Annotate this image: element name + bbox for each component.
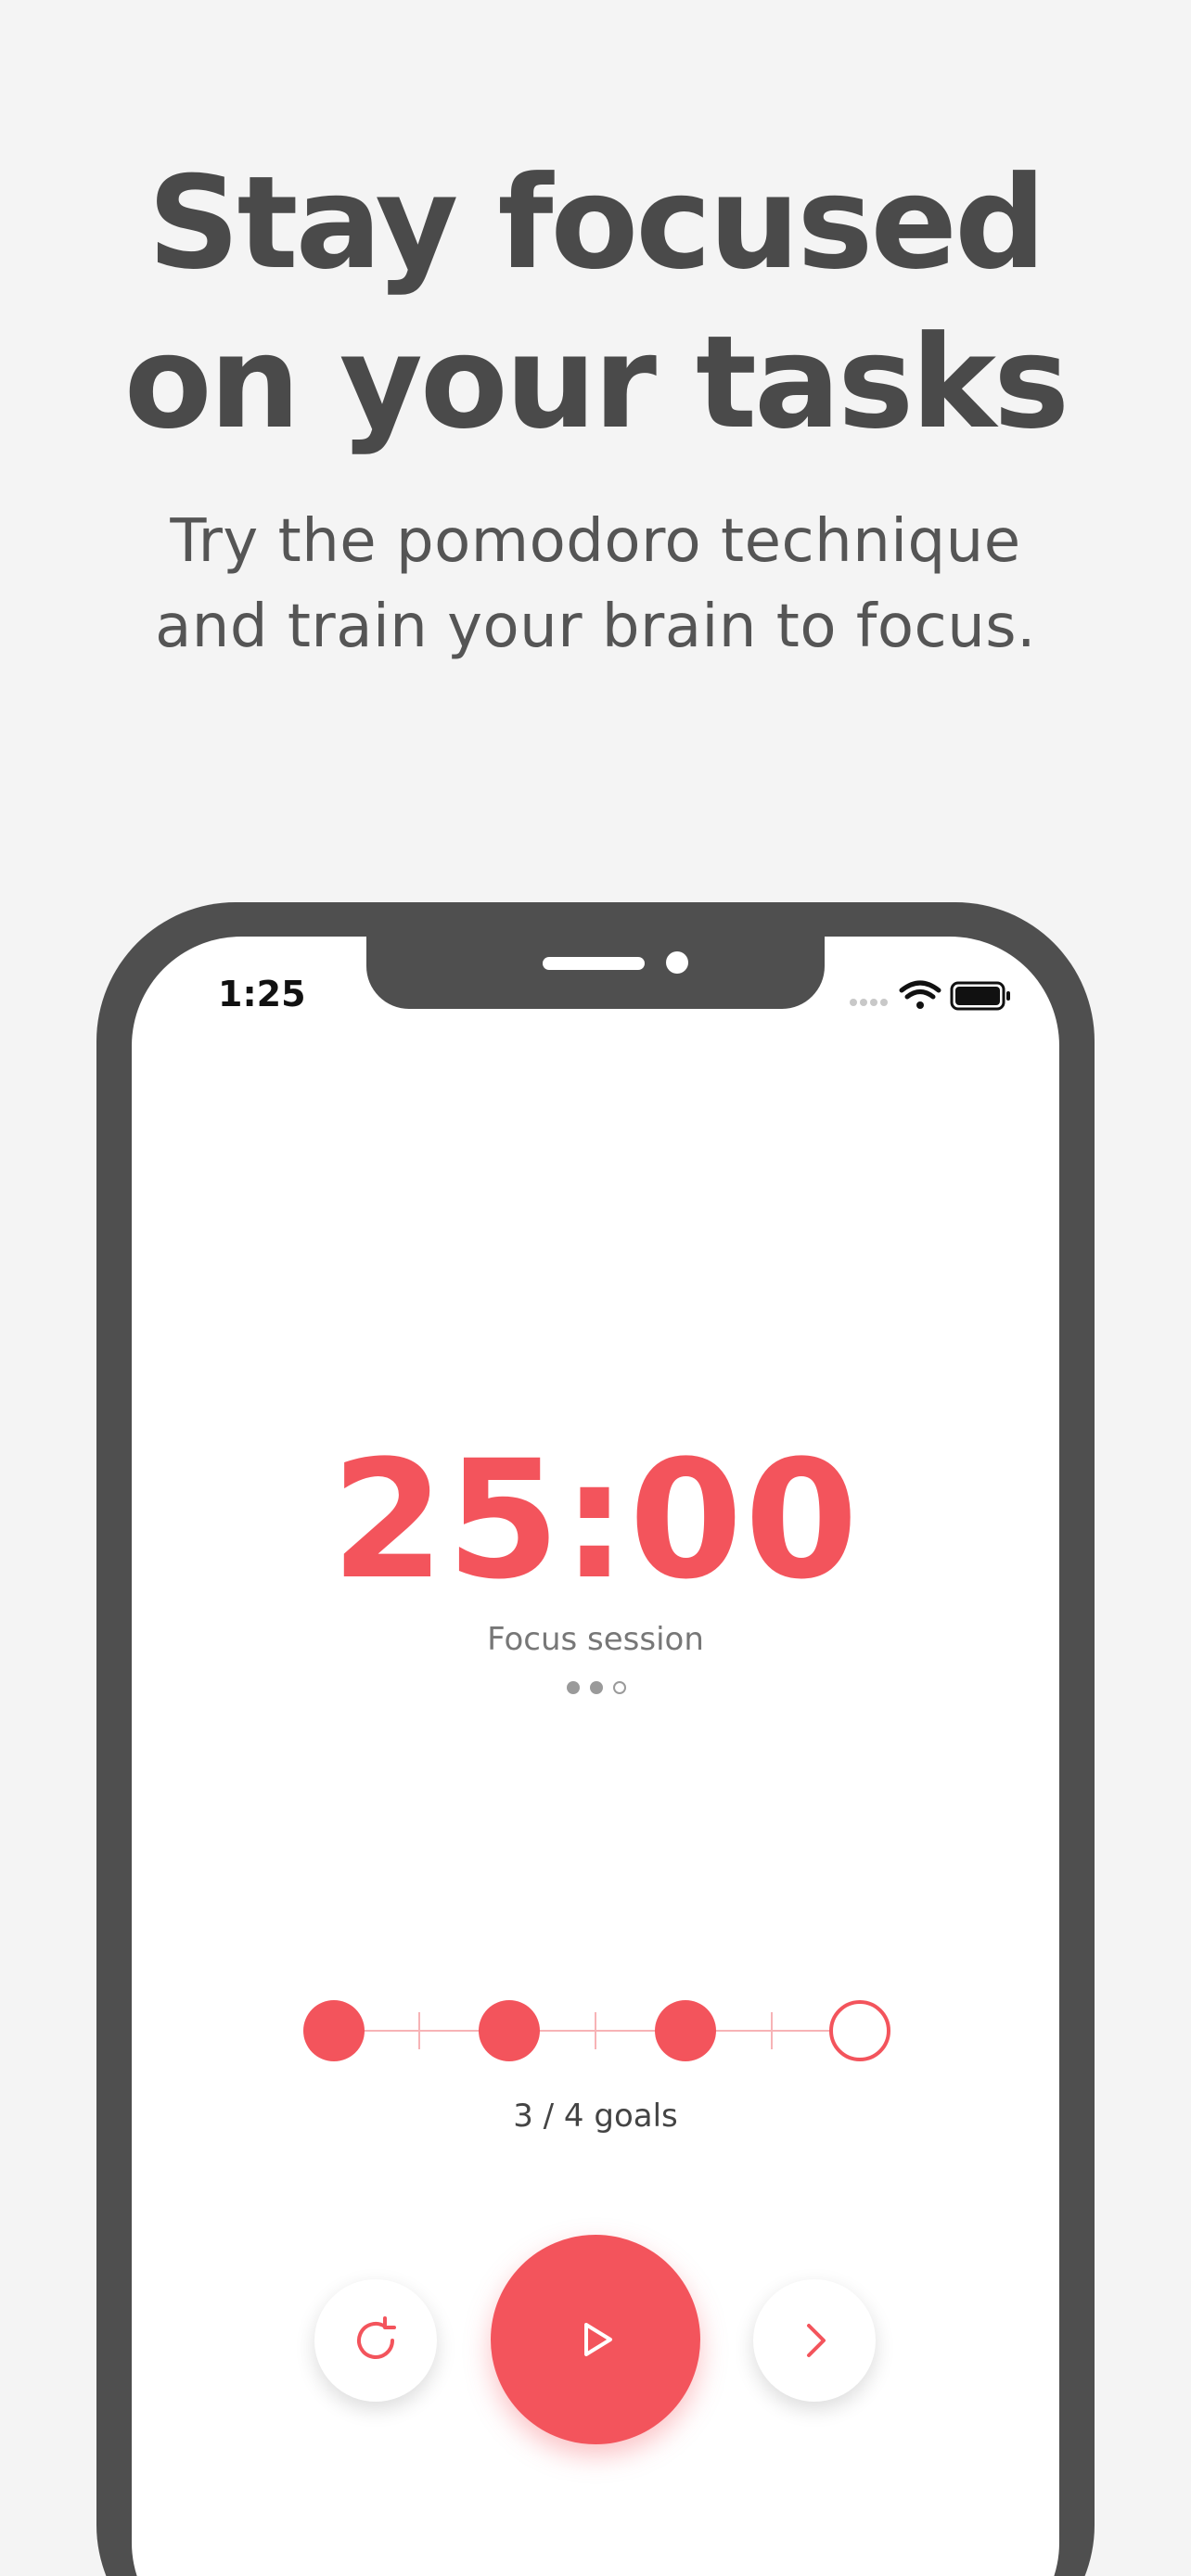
battery-icon bbox=[950, 981, 1010, 1011]
headline: Stay focused on your tasks bbox=[0, 144, 1191, 463]
reset-button[interactable] bbox=[314, 2279, 437, 2402]
goal-dot bbox=[829, 2000, 890, 2061]
subheadline: Try the pomodoro technique and train you… bbox=[0, 499, 1191, 670]
goal-dot bbox=[655, 2000, 716, 2061]
status-icons bbox=[850, 980, 1010, 1011]
play-icon bbox=[584, 2323, 612, 2356]
session-dot bbox=[567, 1681, 580, 1694]
front-camera bbox=[666, 951, 688, 974]
goals-label: 3 / 4 goals bbox=[513, 2098, 678, 2135]
session-indicator bbox=[567, 1681, 626, 1694]
timer-display: 25:00 bbox=[330, 1425, 861, 1615]
session-dot bbox=[613, 1681, 626, 1694]
goal-dot bbox=[479, 2000, 540, 2061]
status-time: 1:25 bbox=[218, 974, 306, 1014]
signal-icon bbox=[850, 999, 888, 1006]
headline-line-2: on your tasks bbox=[123, 308, 1069, 457]
headline-line-1: Stay focused bbox=[147, 148, 1046, 298]
phone-notch bbox=[366, 937, 825, 1009]
phone-screen: 1:25 25:00 Focus session 3 / 4 goals bbox=[132, 937, 1059, 2576]
speaker-grille bbox=[543, 957, 645, 970]
page: Stay focused on your tasks Try the pomod… bbox=[0, 0, 1191, 2576]
goal-dot bbox=[303, 2000, 365, 2061]
wifi-icon bbox=[899, 980, 941, 1009]
goals-progress bbox=[303, 2000, 890, 2061]
play-button[interactable] bbox=[491, 2235, 700, 2444]
subheadline-line-1: Try the pomodoro technique bbox=[170, 507, 1021, 576]
reset-icon bbox=[357, 2316, 396, 2359]
chevron-right-icon bbox=[807, 2324, 826, 2357]
session-dot bbox=[590, 1681, 603, 1694]
subheadline-line-2: and train your brain to focus. bbox=[155, 593, 1036, 661]
skip-button[interactable] bbox=[753, 2279, 876, 2402]
timer-label: Focus session bbox=[487, 1621, 704, 1658]
